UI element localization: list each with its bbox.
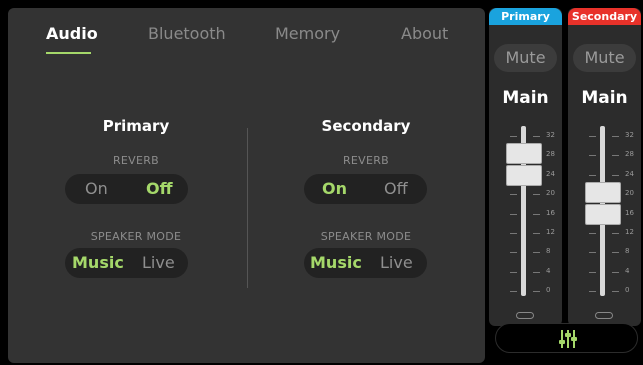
channel-label-secondary: Main	[581, 88, 628, 108]
scale-tick	[612, 136, 619, 137]
channel-indicator-primary	[516, 312, 534, 319]
scale-tick-label: 12	[625, 227, 634, 236]
primary-reverb-toggle[interactable]: On Off	[65, 174, 188, 204]
scale-tick	[510, 232, 517, 234]
primary-reverb-on[interactable]: On	[85, 179, 108, 198]
channel-strip-secondary: Secondary Mute Main 32 28 24 20 16 12 8 4 0	[568, 8, 641, 326]
scale-tick	[533, 232, 540, 234]
scale-tick-label: 12	[546, 227, 555, 236]
scale-tick-label: 32	[546, 131, 555, 139]
scale-tick	[612, 232, 619, 234]
tab-audio[interactable]: Audio	[46, 24, 98, 43]
mute-button-primary[interactable]: Mute	[494, 44, 557, 72]
scale-tick	[510, 252, 517, 254]
scale-tick	[533, 194, 540, 196]
secondary-reverb-on[interactable]: On	[322, 179, 347, 198]
secondary-reverb-off[interactable]: Off	[384, 179, 408, 198]
secondary-speaker-mode-toggle[interactable]: Music Live	[304, 248, 427, 278]
scale-tick	[612, 155, 619, 157]
secondary-reverb-toggle[interactable]: On Off	[304, 174, 427, 204]
tab-memory[interactable]: Memory	[275, 24, 340, 43]
scale-tick-label: 28	[546, 150, 555, 159]
scale-tick-label: 8	[546, 247, 551, 256]
channel-label-primary: Main	[502, 88, 549, 108]
fader-handle-secondary[interactable]	[585, 181, 621, 226]
primary-title: Primary	[102, 117, 170, 135]
scale-tick	[510, 291, 517, 292]
mute-button-secondary[interactable]: Mute	[573, 44, 636, 72]
scale-tick	[510, 194, 517, 196]
scale-tick	[589, 252, 596, 254]
primary-reverb-off[interactable]: Off	[146, 179, 173, 198]
scale-tick	[533, 136, 540, 137]
scale-tick-label: 24	[625, 169, 634, 178]
primary-mode-live[interactable]: Live	[142, 253, 175, 272]
tab-about[interactable]: About	[401, 24, 448, 43]
scale-tick	[589, 155, 596, 157]
scale-tick-label: 0	[546, 286, 551, 294]
primary-speaker-mode-label: SPEAKER MODE	[90, 230, 182, 243]
scale-tick	[533, 252, 540, 254]
scale-tick-label: 20	[625, 189, 634, 198]
tab-bluetooth[interactable]: Bluetooth	[148, 24, 226, 43]
scale-tick-label: 16	[625, 208, 634, 217]
fader-handle-primary[interactable]	[506, 143, 542, 187]
secondary-reverb-label: REVERB	[342, 154, 390, 167]
scale-tick	[510, 271, 517, 273]
column-divider	[247, 128, 248, 288]
scale-tick	[589, 271, 596, 273]
scale-tick	[533, 271, 540, 273]
scale-tick	[589, 136, 596, 137]
mixer-sliders-icon[interactable]	[559, 329, 577, 349]
scale-tick	[533, 291, 540, 292]
scale-tick	[510, 136, 517, 137]
secondary-speaker-mode-label: SPEAKER MODE	[320, 230, 412, 243]
mixer-bottom-bar	[495, 323, 638, 353]
tab-bar: Audio Bluetooth Memory About	[8, 8, 485, 58]
scale-tick-label: 16	[546, 208, 555, 217]
secondary-mode-live[interactable]: Live	[380, 253, 413, 272]
secondary-mode-music[interactable]: Music	[310, 253, 362, 272]
channel-indicator-secondary	[595, 312, 613, 319]
secondary-title: Secondary	[321, 117, 411, 135]
channel-tag-secondary: Secondary	[568, 8, 641, 25]
scale-tick	[589, 232, 596, 234]
primary-reverb-label: REVERB	[112, 154, 160, 167]
scale-tick	[612, 174, 619, 176]
scale-tick	[612, 291, 619, 292]
scale-tick-label: 20	[546, 189, 555, 198]
scale-tick	[510, 213, 517, 215]
scale-tick	[589, 174, 596, 176]
primary-mode-music[interactable]: Music	[72, 253, 124, 272]
settings-panel: Audio Bluetooth Memory About Primary REV…	[8, 8, 485, 363]
channel-strip-primary: Primary Mute Main 32 28 24 20 16 12 8 4 0	[489, 8, 562, 326]
scale-tick	[612, 271, 619, 273]
scale-tick-label: 0	[625, 286, 630, 294]
scale-tick-label: 32	[625, 131, 634, 139]
channel-tag-primary: Primary	[489, 8, 562, 25]
primary-speaker-mode-toggle[interactable]: Music Live	[65, 248, 188, 278]
scale-tick-label: 28	[625, 150, 634, 159]
scale-tick-label: 8	[625, 247, 630, 256]
active-tab-indicator	[46, 52, 91, 54]
scale-tick-label: 24	[546, 169, 555, 178]
scale-tick-label: 4	[625, 266, 630, 275]
scale-tick-label: 4	[546, 266, 551, 275]
scale-tick	[533, 213, 540, 215]
scale-tick	[612, 252, 619, 254]
scale-tick	[589, 291, 596, 292]
